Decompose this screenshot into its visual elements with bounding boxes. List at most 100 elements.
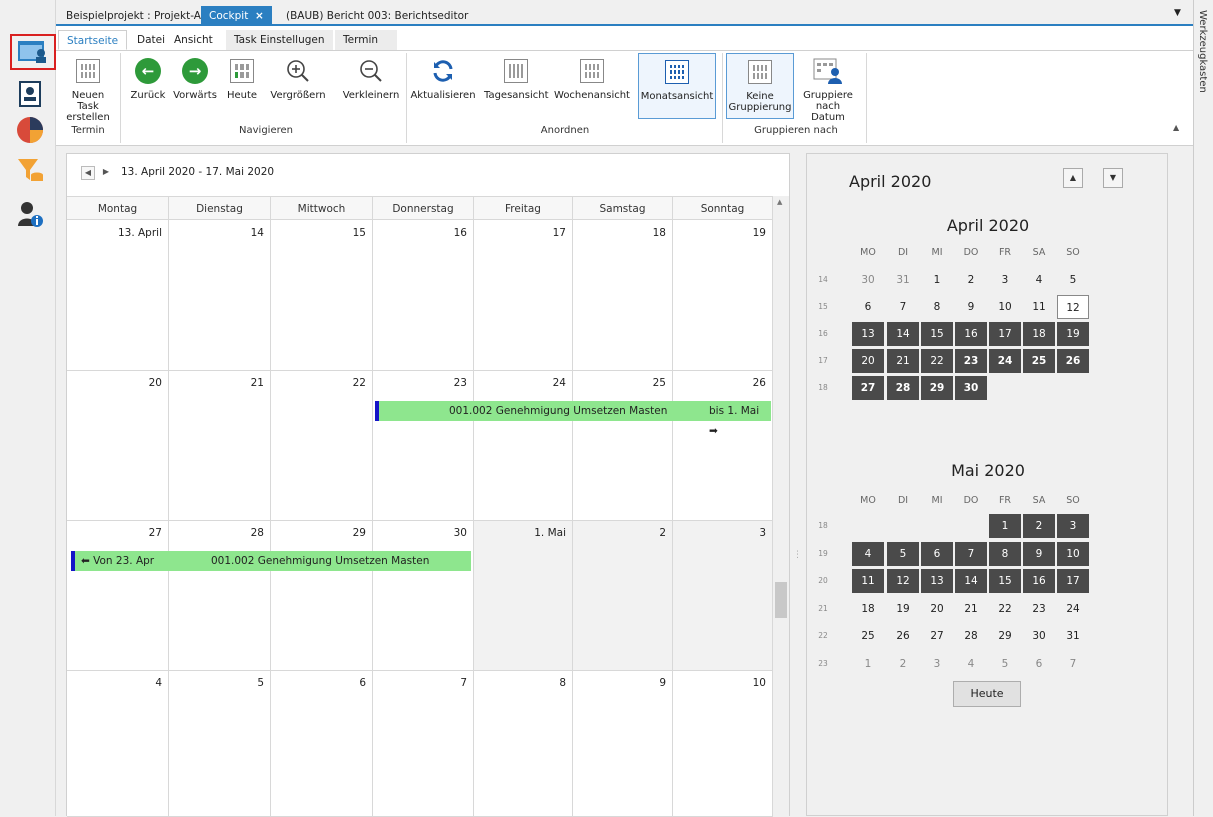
navigator-day[interactable]: 2	[955, 268, 987, 292]
close-icon[interactable]: ×	[255, 10, 264, 22]
day-cell[interactable]: 10	[673, 671, 773, 817]
filter-database-icon[interactable]	[12, 152, 48, 188]
day-cell[interactable]: 7	[373, 671, 474, 817]
navigator-day[interactable]: 22	[989, 597, 1021, 621]
navigator-day[interactable]: 7	[955, 541, 987, 566]
navigator-day[interactable]: 31	[887, 268, 919, 292]
navigator-day[interactable]: 27	[921, 624, 953, 648]
navigator-day[interactable]: 15	[921, 322, 953, 346]
appointment[interactable]: ⬅ Von 23. Apr 001.002 Genehmigung Umsetze…	[71, 551, 471, 571]
navigator-day[interactable]: 31	[1057, 624, 1089, 648]
navigator-day[interactable]: 23	[955, 349, 987, 373]
group-by-date-button[interactable]: Gruppiere nach Datum	[798, 55, 858, 123]
day-cell[interactable]: 17	[474, 221, 573, 371]
day-cell[interactable]: 20	[67, 371, 169, 521]
navigator-day[interactable]: 30	[955, 376, 987, 400]
next-period-button[interactable]: ▶	[99, 166, 113, 180]
navigator-day[interactable]: 17	[1057, 569, 1089, 593]
navigator-day[interactable]: 8	[921, 295, 953, 319]
navigator-day[interactable]: 18	[1023, 322, 1055, 346]
navigator-day[interactable]: 22	[921, 349, 953, 373]
navigator-day[interactable]: 25	[1023, 349, 1055, 373]
navigator-day[interactable]: 14	[955, 569, 987, 593]
navigator-day[interactable]: 19	[1057, 322, 1089, 346]
scrollbar-thumb[interactable]	[775, 582, 787, 618]
navigator-day[interactable]: 2	[1023, 514, 1055, 538]
cockpit-icon[interactable]	[10, 34, 56, 70]
navigator-day[interactable]: 27	[852, 376, 884, 400]
navigator-day[interactable]: 14	[887, 322, 919, 346]
navigator-day[interactable]: 28	[955, 624, 987, 648]
day-cell[interactable]: 21	[169, 371, 271, 521]
navigator-day[interactable]: 4	[955, 652, 987, 676]
navigator-day[interactable]: 5	[887, 541, 919, 566]
day-view-button[interactable]: Tagesansicht	[484, 55, 549, 117]
navigator-day[interactable]: 23	[1023, 597, 1055, 621]
day-cell[interactable]: 18	[573, 221, 673, 371]
navigator-day[interactable]: 7	[887, 295, 919, 319]
navigator-day[interactable]: 24	[1057, 597, 1089, 621]
navigator-day[interactable]: 1	[921, 268, 953, 292]
tab-startseite[interactable]: Startseite	[58, 30, 128, 50]
navigator-day[interactable]: 13	[921, 569, 953, 593]
forward-button[interactable]: → Vorwärts	[170, 55, 220, 117]
navigator-day[interactable]: 19	[887, 597, 919, 621]
navigator-day[interactable]: 1	[989, 514, 1021, 538]
new-task-button[interactable]: Neuen Task erstellen	[60, 55, 116, 123]
navigator-day[interactable]: 12	[887, 569, 919, 593]
day-cell[interactable]: 3	[673, 521, 773, 671]
navigator-day[interactable]: 21	[955, 597, 987, 621]
week-view-button[interactable]: Wochenansicht	[552, 55, 632, 117]
tab-cockpit[interactable]: Cockpit ×	[201, 6, 272, 26]
day-cell[interactable]: 16	[373, 221, 474, 371]
day-cell[interactable]: 2	[573, 521, 673, 671]
day-cell[interactable]: 22	[271, 371, 373, 521]
pie-chart-icon[interactable]	[12, 112, 48, 148]
navigator-day[interactable]: 10	[989, 295, 1021, 319]
navigator-day[interactable]: 17	[989, 322, 1021, 346]
navigator-day[interactable]: 29	[921, 376, 953, 400]
day-cell[interactable]: 30	[373, 521, 474, 671]
navigator-day[interactable]: 1	[852, 652, 884, 676]
back-button[interactable]: ← Zurück	[130, 55, 166, 117]
day-cell[interactable]: 25	[573, 371, 673, 521]
navigator-day[interactable]: 12	[1057, 295, 1089, 319]
tab-berichtseditor[interactable]: (BAUB) Bericht 003: Berichtseditor	[278, 6, 476, 26]
day-cell[interactable]: 19	[673, 221, 773, 371]
navigator-day[interactable]: 16	[955, 322, 987, 346]
day-cell[interactable]: 27	[67, 521, 169, 671]
navigator-day[interactable]: 10	[1057, 541, 1089, 566]
navigator-day[interactable]: 21	[887, 349, 919, 373]
tab-task-einstellungen[interactable]: Task Einstellugen	[226, 30, 333, 50]
day-cell[interactable]: 4	[67, 671, 169, 817]
navigator-day[interactable]: 16	[1023, 569, 1055, 593]
navigator-day[interactable]: 15	[989, 569, 1021, 593]
navigator-day[interactable]: 26	[1057, 349, 1089, 373]
navigator-day[interactable]: 18	[852, 597, 884, 621]
day-cell[interactable]: 23	[373, 371, 474, 521]
navigator-day[interactable]: 5	[989, 652, 1021, 676]
splitter-handle[interactable]: ⋮	[793, 550, 802, 570]
refresh-button[interactable]: Aktualisieren	[410, 55, 476, 117]
navigator-day[interactable]: 11	[852, 569, 884, 593]
day-cell[interactable]: 14	[169, 221, 271, 371]
navigator-day[interactable]: 6	[921, 541, 953, 566]
tab-termin[interactable]: Termin	[335, 30, 397, 50]
day-cell[interactable]: 26	[673, 371, 773, 521]
navigator-day[interactable]: 11	[1023, 295, 1055, 319]
scroll-up-icon[interactable]: ▲	[777, 198, 782, 206]
navigator-day[interactable]: 24	[989, 349, 1021, 373]
day-cell[interactable]: 13. April	[67, 221, 169, 371]
navigator-day[interactable]: 6	[1023, 652, 1055, 676]
navigator-day[interactable]: 9	[955, 295, 987, 319]
month-view-button[interactable]: Monatsansicht	[638, 53, 716, 119]
navigator-day[interactable]: 25	[852, 624, 884, 648]
navigator-up-button[interactable]: ▲	[1063, 168, 1083, 188]
day-cell[interactable]: 5	[169, 671, 271, 817]
day-cell[interactable]: 28	[169, 521, 271, 671]
day-cell[interactable]: 24	[474, 371, 573, 521]
navigator-day[interactable]: 28	[887, 376, 919, 400]
werkzeugkasten-panel[interactable]: Werkzeugkasten	[1193, 0, 1213, 816]
navigator-day[interactable]: 2	[887, 652, 919, 676]
day-cell[interactable]: 8	[474, 671, 573, 817]
